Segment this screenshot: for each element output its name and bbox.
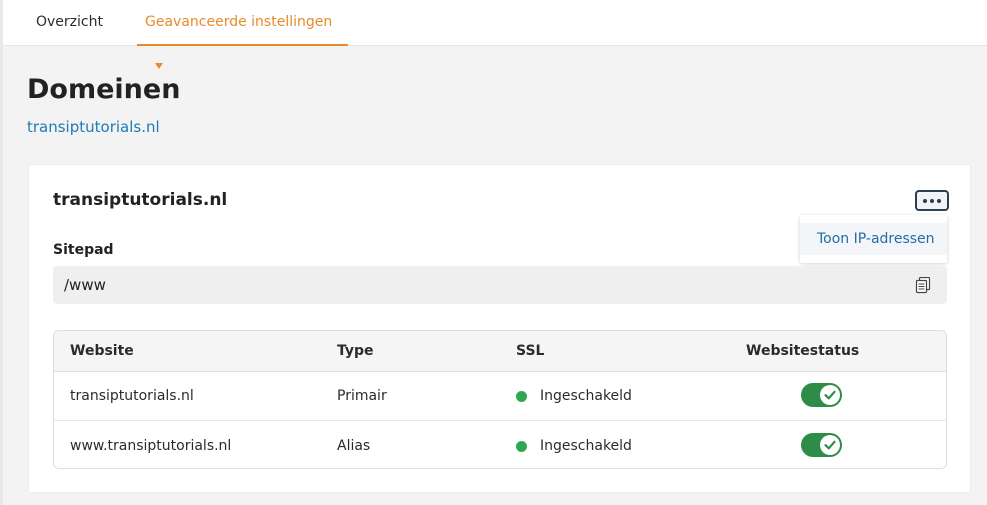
window-edge bbox=[0, 0, 3, 505]
tab-advanced-label: Geavanceerde instellingen bbox=[145, 14, 333, 30]
ellipsis-icon bbox=[937, 198, 941, 203]
more-options-button[interactable] bbox=[915, 190, 949, 211]
website-status-toggle[interactable] bbox=[801, 383, 842, 407]
options-dropdown: Toon IP-adressen bbox=[800, 215, 947, 263]
type-cell: Alias bbox=[337, 438, 371, 454]
ssl-status-dot bbox=[516, 440, 527, 452]
website-cell: transiptutorials.nl bbox=[70, 388, 194, 404]
sitepad-label: Sitepad bbox=[53, 242, 114, 258]
copy-icon[interactable] bbox=[915, 277, 931, 294]
page-title: Domeinen bbox=[27, 74, 181, 105]
ellipsis-icon bbox=[923, 198, 927, 203]
website-cell: www.transiptutorials.nl bbox=[70, 438, 232, 454]
menu-item-show-ip-addresses[interactable]: Toon IP-adressen bbox=[800, 223, 947, 255]
table-row: www.transiptutorials.nl Alias Ingeschake… bbox=[54, 422, 946, 468]
ssl-status-label: Ingeschakeld bbox=[540, 388, 632, 404]
toggle-knob bbox=[820, 385, 840, 405]
check-icon bbox=[824, 440, 836, 450]
ssl-cell: Ingeschakeld bbox=[516, 388, 632, 404]
ssl-status-label: Ingeschakeld bbox=[540, 438, 632, 454]
column-header-type: Type bbox=[337, 343, 374, 359]
caret-down-icon bbox=[155, 63, 163, 69]
card-title: transiptutorials.nl bbox=[53, 190, 228, 210]
column-header-websitestatus: Websitestatus bbox=[746, 343, 860, 359]
tab-overview[interactable]: Overzicht bbox=[36, 0, 103, 46]
type-cell: Primair bbox=[337, 388, 387, 404]
sitepad-field: /www bbox=[53, 266, 947, 304]
domain-card: transiptutorials.nl Toon IP-adressen Sit… bbox=[28, 164, 971, 493]
tab-bar: Overzicht Geavanceerde instellingen bbox=[3, 0, 987, 69]
column-header-ssl: SSL bbox=[516, 343, 545, 359]
websites-table: Website Type SSL Websitestatus transiptu… bbox=[53, 330, 947, 469]
table-header: Website Type SSL Websitestatus bbox=[54, 331, 946, 372]
ssl-status-dot bbox=[516, 390, 527, 402]
ellipsis-icon bbox=[930, 198, 934, 203]
tab-advanced-settings[interactable]: Geavanceerde instellingen bbox=[137, 0, 348, 69]
ssl-cell: Ingeschakeld bbox=[516, 438, 632, 454]
toggle-knob bbox=[820, 435, 840, 455]
column-header-website: Website bbox=[70, 343, 134, 359]
table-row: transiptutorials.nl Primair Ingeschakeld bbox=[54, 372, 946, 421]
website-status-toggle[interactable] bbox=[801, 433, 842, 457]
domain-link[interactable]: transiptutorials.nl bbox=[27, 118, 160, 136]
check-icon bbox=[824, 390, 836, 400]
sitepad-value: /www bbox=[64, 276, 106, 294]
